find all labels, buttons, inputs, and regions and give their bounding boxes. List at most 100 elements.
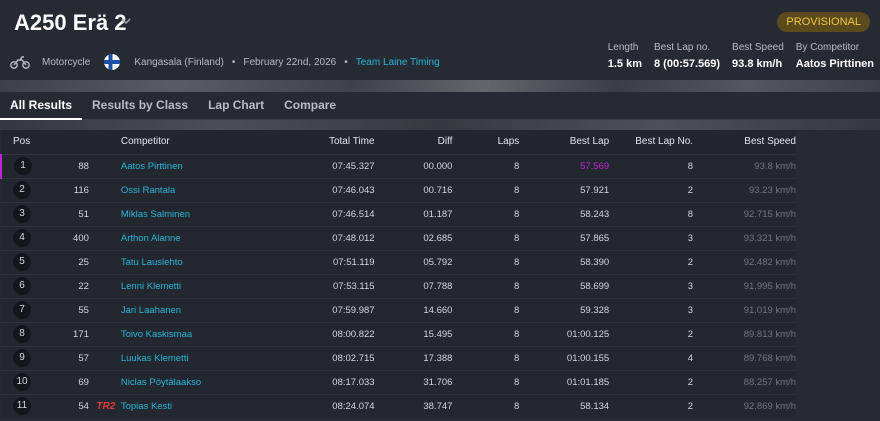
- total-time: 08:24.074: [332, 400, 375, 412]
- separator-dot: •: [231, 56, 236, 68]
- table-row[interactable]: 2 116 Ossi Rantala 07:46.043 00.716 8 57.921 2 9…: [1, 178, 796, 202]
- best-lap-time: 59.328: [580, 304, 610, 316]
- best-speed: 91.995 km/h: [743, 280, 796, 292]
- stat-value: 93.8 km/h: [732, 58, 783, 70]
- best-speed: 91.019 km/h: [743, 304, 796, 316]
- total-time: 07:46.514: [332, 208, 375, 220]
- competitor-name-link[interactable]: Jari Laahanen: [119, 298, 289, 322]
- column-header-best-speed[interactable]: Best Speed: [693, 130, 796, 154]
- best-speed: 92.482 km/h: [743, 256, 796, 268]
- sport-label: Motorcycle: [42, 56, 91, 68]
- stat-by-competitor: By Competitor Aatos Pirttinen: [796, 42, 874, 70]
- table-row[interactable]: 11 54 TR2 Topias Kesti 08:24.074 38.747 8 58.13…: [1, 394, 796, 418]
- event-stats: Length 1.5 km Best Lap no. 8 (00:57.569)…: [608, 42, 874, 70]
- column-header-best-lap-no[interactable]: Best Lap No.: [609, 130, 694, 154]
- position-badge: 9: [13, 349, 31, 367]
- column-header-pos[interactable]: Pos: [1, 130, 47, 154]
- competitor-name-link[interactable]: Arthon Alanne: [119, 226, 289, 250]
- diff-time: 00.716: [423, 184, 453, 196]
- competitor-name-link[interactable]: Topias Kesti: [119, 394, 289, 418]
- stat-length: Length 1.5 km: [608, 42, 642, 70]
- position-badge: 7: [13, 301, 31, 319]
- laps-count: 8: [514, 280, 520, 292]
- table-row[interactable]: 3 51 Miklas Salminen 07:46.514 01.187 8 58.243…: [1, 202, 796, 226]
- laps-count: 8: [514, 400, 520, 412]
- column-header-best-lap[interactable]: Best Lap: [519, 130, 610, 154]
- organizer-link[interactable]: Team Laine Timing: [356, 57, 440, 68]
- competitor-name-link[interactable]: Ossi Rantala: [119, 178, 289, 202]
- competitor-name-link[interactable]: Tatu Lauslehto: [119, 250, 289, 274]
- tab-results-by-class[interactable]: Results by Class: [82, 92, 198, 119]
- competitor-number: 55: [78, 304, 89, 316]
- position-badge: 8: [13, 325, 31, 343]
- best-speed: 93.23 km/h: [749, 184, 796, 196]
- separator-dot: •: [344, 56, 348, 68]
- total-time: 08:00.822: [332, 328, 375, 340]
- best-speed: 93.8 km/h: [754, 160, 796, 172]
- best-speed: 92.715 km/h: [743, 208, 796, 220]
- diff-time: 00.000: [423, 160, 453, 172]
- column-header-competitor[interactable]: Competitor: [118, 130, 289, 154]
- table-row[interactable]: 6 22 Lenni Klemetti 07:53.115 07.788 8 58.699 3…: [1, 274, 796, 298]
- diff-time: 07.788: [423, 280, 453, 292]
- competitor-number: 116: [73, 184, 89, 196]
- best-speed: 88.257 km/h: [743, 376, 796, 388]
- stat-best-lap-no: Best Lap no. 8 (00:57.569): [654, 42, 720, 70]
- table-header-row: Pos Competitor Total Time Diff Laps Best…: [1, 130, 796, 154]
- total-time: 07:48.012: [332, 232, 375, 244]
- competitor-number: 25: [78, 256, 89, 268]
- position-badge: 1: [14, 157, 32, 175]
- motorcycle-icon: [10, 56, 30, 69]
- competitor-name-link[interactable]: Lenni Klemetti: [119, 274, 289, 298]
- stat-value: 1.5 km: [607, 58, 642, 70]
- competitor-number: 400: [73, 232, 89, 244]
- best-lap-number: 2: [687, 184, 694, 196]
- total-time: 08:17.033: [332, 376, 375, 388]
- best-lap-number: 3: [687, 232, 694, 244]
- best-lap-time: 57.569: [580, 160, 610, 172]
- competitor-name-link[interactable]: Miklas Salminen: [119, 202, 289, 226]
- total-time: 07:46.043: [332, 184, 375, 196]
- chevron-down-icon[interactable]: [121, 16, 131, 26]
- diff-time: 31.706: [423, 376, 453, 388]
- table-row[interactable]: 5 25 Tatu Lauslehto 07:51.119 05.792 8 58.390 2…: [1, 250, 796, 274]
- best-lap-time: 57.921: [580, 184, 610, 196]
- table-row[interactable]: 8 171 Toivo Kaskismaa 08:00.822 15.495 8 01:00…: [1, 322, 796, 346]
- tab-lap-chart[interactable]: Lap Chart: [198, 92, 274, 119]
- table-row[interactable]: 4 400 Arthon Alanne 07:48.012 02.685 8 57.865 3…: [1, 226, 796, 250]
- table-row[interactable]: 1 88 Aatos Pirttinen 07:45.327 00.000 8 57.569…: [1, 154, 796, 178]
- table-row[interactable]: 9 57 Luukas Klemetti 08:02.715 17.388 8 01:00.…: [1, 346, 796, 370]
- table-row[interactable]: 10 69 Niclas Pöytälaakso 08:17.033 31.706 8 01…: [1, 370, 796, 394]
- table-row[interactable]: 7 55 Jari Laahanen 07:59.987 14.660 8 59.328 3 9…: [1, 298, 796, 322]
- diff-time: 05.792: [423, 256, 453, 268]
- column-header-total-time[interactable]: Total Time: [288, 130, 375, 154]
- position-badge: 5: [13, 253, 31, 271]
- best-lap-number: 8: [687, 160, 694, 172]
- best-lap-time: 01:00.155: [566, 352, 610, 364]
- competitor-name-link[interactable]: Aatos Pirttinen: [119, 154, 289, 178]
- total-time: 07:51.119: [332, 256, 375, 268]
- diff-time: 38.747: [423, 400, 453, 412]
- best-speed: 93.321 km/h: [743, 232, 796, 244]
- column-header-tag: [92, 130, 119, 154]
- column-header-diff[interactable]: Diff: [374, 130, 453, 154]
- best-lap-number: 2: [687, 328, 694, 340]
- diff-time: 17.388: [423, 352, 453, 364]
- competitor-name-link[interactable]: Luukas Klemetti: [119, 346, 289, 370]
- column-header-laps[interactable]: Laps: [452, 130, 520, 154]
- stat-label: By Competitor: [795, 42, 860, 53]
- competitor-number: 171: [73, 328, 89, 340]
- best-lap-number: 2: [687, 376, 694, 388]
- competitor-name-link[interactable]: Toivo Kaskismaa: [119, 322, 289, 346]
- competitor-name-link[interactable]: Niclas Pöytälaakso: [119, 370, 289, 394]
- competitor-number: 51: [78, 208, 89, 220]
- tab-compare[interactable]: Compare: [274, 92, 346, 119]
- column-header-number: [46, 130, 93, 154]
- stat-value: Aatos Pirttinen: [795, 58, 874, 70]
- position-badge: 10: [13, 373, 31, 391]
- results-tabs: All Results Results by Class Lap Chart C…: [0, 92, 880, 120]
- position-badge: 11: [13, 397, 31, 416]
- diff-time: 15.495: [423, 328, 453, 340]
- competitor-number: 69: [78, 376, 89, 388]
- tab-all-results[interactable]: All Results: [0, 92, 83, 120]
